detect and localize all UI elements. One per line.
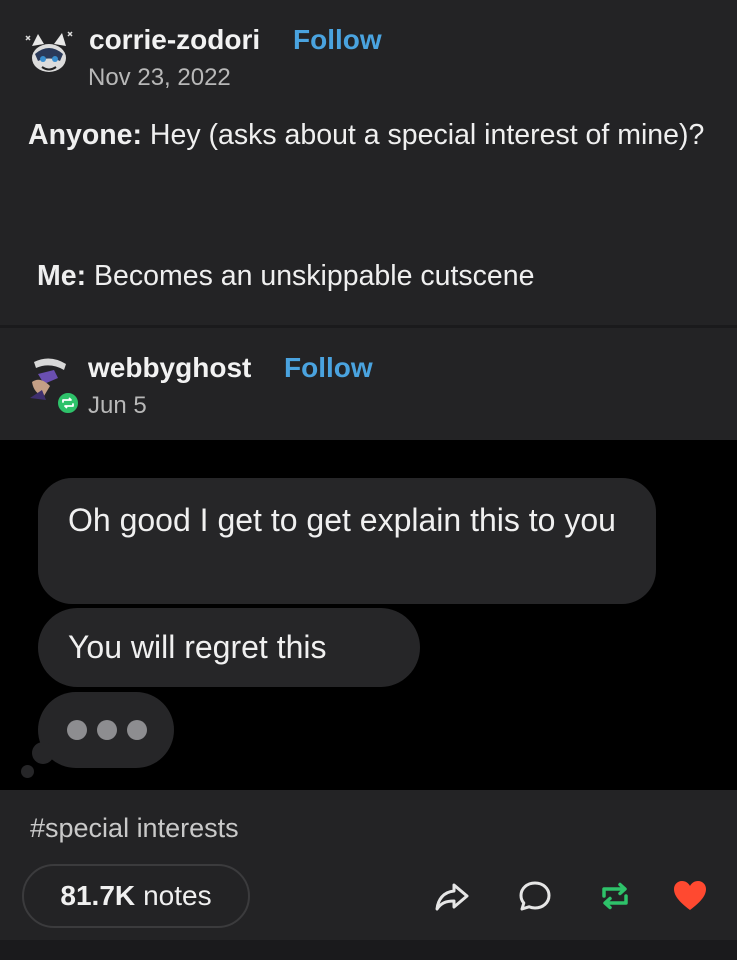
post-text: Hey (asks about a special interest of mi… [142,119,705,151]
reblog-icon[interactable] [595,876,635,916]
post-text: Becomes an unskippable cutscene [86,260,535,292]
chat-bubble-1: Oh good I get to get explain this to you [38,478,656,604]
notes-button[interactable]: 81.7K notes [22,864,250,928]
like-icon[interactable] [670,876,710,916]
comment-icon[interactable] [515,876,555,916]
tag-special-interests[interactable]: #special interests [30,813,239,844]
bottom-edge [0,940,737,960]
reblog-header: webbyghost Follow Jun 5 [0,328,737,440]
post-date: Jun 5 [88,392,147,419]
notes-label: notes [143,880,212,911]
reblog-icon [57,392,79,414]
avatar-corrie-zodori[interactable] [24,28,74,78]
typing-dot [97,720,117,740]
typing-bubble-tail [32,742,54,764]
reblogger-name[interactable]: webbyghost [88,352,251,384]
follow-button[interactable]: Follow [284,352,373,384]
post-body-line1: Anyone: Hey (asks about a special intere… [28,115,708,156]
typing-dot [127,720,147,740]
post-body-line2: Me: Becomes an unskippable cutscene [37,256,717,297]
speaker-label: Anyone: [28,119,142,151]
typing-bubble-tail [21,765,34,778]
typing-indicator [38,692,174,768]
original-post: corrie-zodori Follow Nov 23, 2022 Anyone… [0,0,737,325]
follow-button[interactable]: Follow [293,24,382,56]
speaker-label: Me: [37,260,87,292]
share-icon[interactable] [432,876,472,916]
post-author-name[interactable]: corrie-zodori [89,24,260,56]
typing-dot [67,720,87,740]
post-date: Nov 23, 2022 [88,64,231,91]
chat-bubble-2: You will regret this [38,608,420,687]
notes-count: 81.7K [60,880,136,911]
